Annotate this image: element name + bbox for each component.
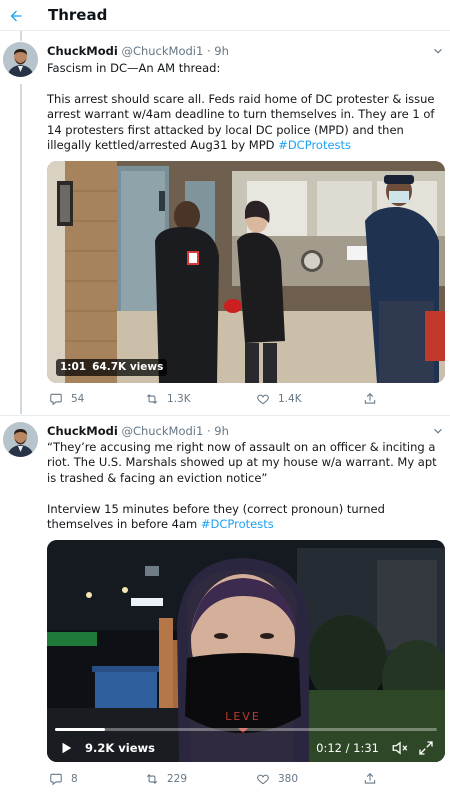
video-progress <box>55 728 105 731</box>
video-scrubber[interactable] <box>55 728 437 731</box>
play-icon[interactable] <box>59 741 73 755</box>
reply-button[interactable]: 54 <box>49 392 84 406</box>
police-station-scene <box>47 161 445 383</box>
tweet[interactable]: ChuckModi @ChuckModi1 · 9h “They’re accu… <box>0 416 450 800</box>
author-handle[interactable]: @ChuckModi1 <box>121 424 203 438</box>
video-duration: 1:01 <box>60 361 87 373</box>
video-player[interactable]: LEVE 9.2K views 0:12 / 1:31 <box>47 540 445 762</box>
author-name[interactable]: ChuckModi <box>47 44 118 58</box>
video-badge: 1:01 64.7K views <box>56 359 168 376</box>
retweet-count: 229 <box>167 773 188 785</box>
avatar-image <box>3 42 38 77</box>
tweet-paragraph: This arrest should scare all. Feds raid … <box>47 92 447 154</box>
author-handle[interactable]: @ChuckModi1 <box>121 44 203 58</box>
retweet-count: 1.3K <box>167 393 191 405</box>
retweet-icon <box>146 774 158 784</box>
hashtag-link[interactable]: #DCProtests <box>201 517 274 531</box>
hashtag-link[interactable]: #DCProtests <box>278 138 351 152</box>
retweet-icon <box>146 394 158 404</box>
tweet-text: Fascism in DC—An AM thread: This arrest … <box>47 61 447 153</box>
heart-icon <box>257 394 269 405</box>
author-name[interactable]: ChuckModi <box>47 424 118 438</box>
like-count: 380 <box>278 773 299 785</box>
reply-count: 54 <box>71 393 85 405</box>
reply-icon <box>50 393 62 406</box>
video-views: 9.2K views <box>85 741 155 755</box>
tweet-actions: 8 229 380 <box>47 772 445 788</box>
tweet-paragraph: “They’re accusing me right now of assaul… <box>47 440 437 485</box>
reply-count: 8 <box>71 773 78 785</box>
tweet-paragraph: Interview 15 minutes before they (correc… <box>47 502 447 533</box>
chevron-down-icon[interactable] <box>431 44 445 58</box>
tweet-header: ChuckModi @ChuckModi1 · 9h <box>47 44 229 58</box>
chevron-down-icon[interactable] <box>431 424 445 438</box>
retweet-button[interactable]: 1.3K <box>145 392 191 406</box>
video-thumbnail[interactable]: 1:01 64.7K views <box>47 161 445 383</box>
tweet-text: “They’re accusing me right now of assaul… <box>47 440 447 532</box>
tweet-paragraph-text: This arrest should scare all. Feds raid … <box>47 91 435 153</box>
share-button[interactable] <box>363 392 377 406</box>
tweet-actions: 54 1.3K 1.4K <box>47 392 445 408</box>
timestamp[interactable]: 9h <box>214 424 229 438</box>
video-controls: 9.2K views 0:12 / 1:31 <box>47 710 445 762</box>
avatar[interactable] <box>3 422 38 457</box>
share-icon <box>364 393 376 404</box>
mute-icon[interactable] <box>391 739 409 757</box>
like-count: 1.4K <box>278 393 302 405</box>
share-icon <box>364 773 376 784</box>
avatar-image <box>3 422 38 457</box>
tweet-header: ChuckModi @ChuckModi1 · 9h <box>47 424 229 438</box>
reply-icon <box>50 773 62 786</box>
retweet-button[interactable]: 229 <box>145 772 187 786</box>
separator: · <box>206 424 211 438</box>
reply-button[interactable]: 8 <box>49 772 78 786</box>
tweet-paragraph: Fascism in DC—An AM thread: <box>47 61 221 75</box>
like-button[interactable]: 380 <box>256 772 298 786</box>
timestamp[interactable]: 9h <box>214 44 229 58</box>
avatar[interactable] <box>3 42 38 77</box>
separator: · <box>206 44 211 58</box>
like-button[interactable]: 1.4K <box>256 392 302 406</box>
tweet[interactable]: ChuckModi @ChuckModi1 · 9h Fascism in DC… <box>0 0 450 415</box>
video-views: 64.7K views <box>92 361 164 373</box>
video-time: 0:12 / 1:31 <box>316 741 379 755</box>
fullscreen-icon[interactable] <box>417 739 435 757</box>
heart-icon <box>257 774 269 785</box>
share-button[interactable] <box>363 772 377 786</box>
